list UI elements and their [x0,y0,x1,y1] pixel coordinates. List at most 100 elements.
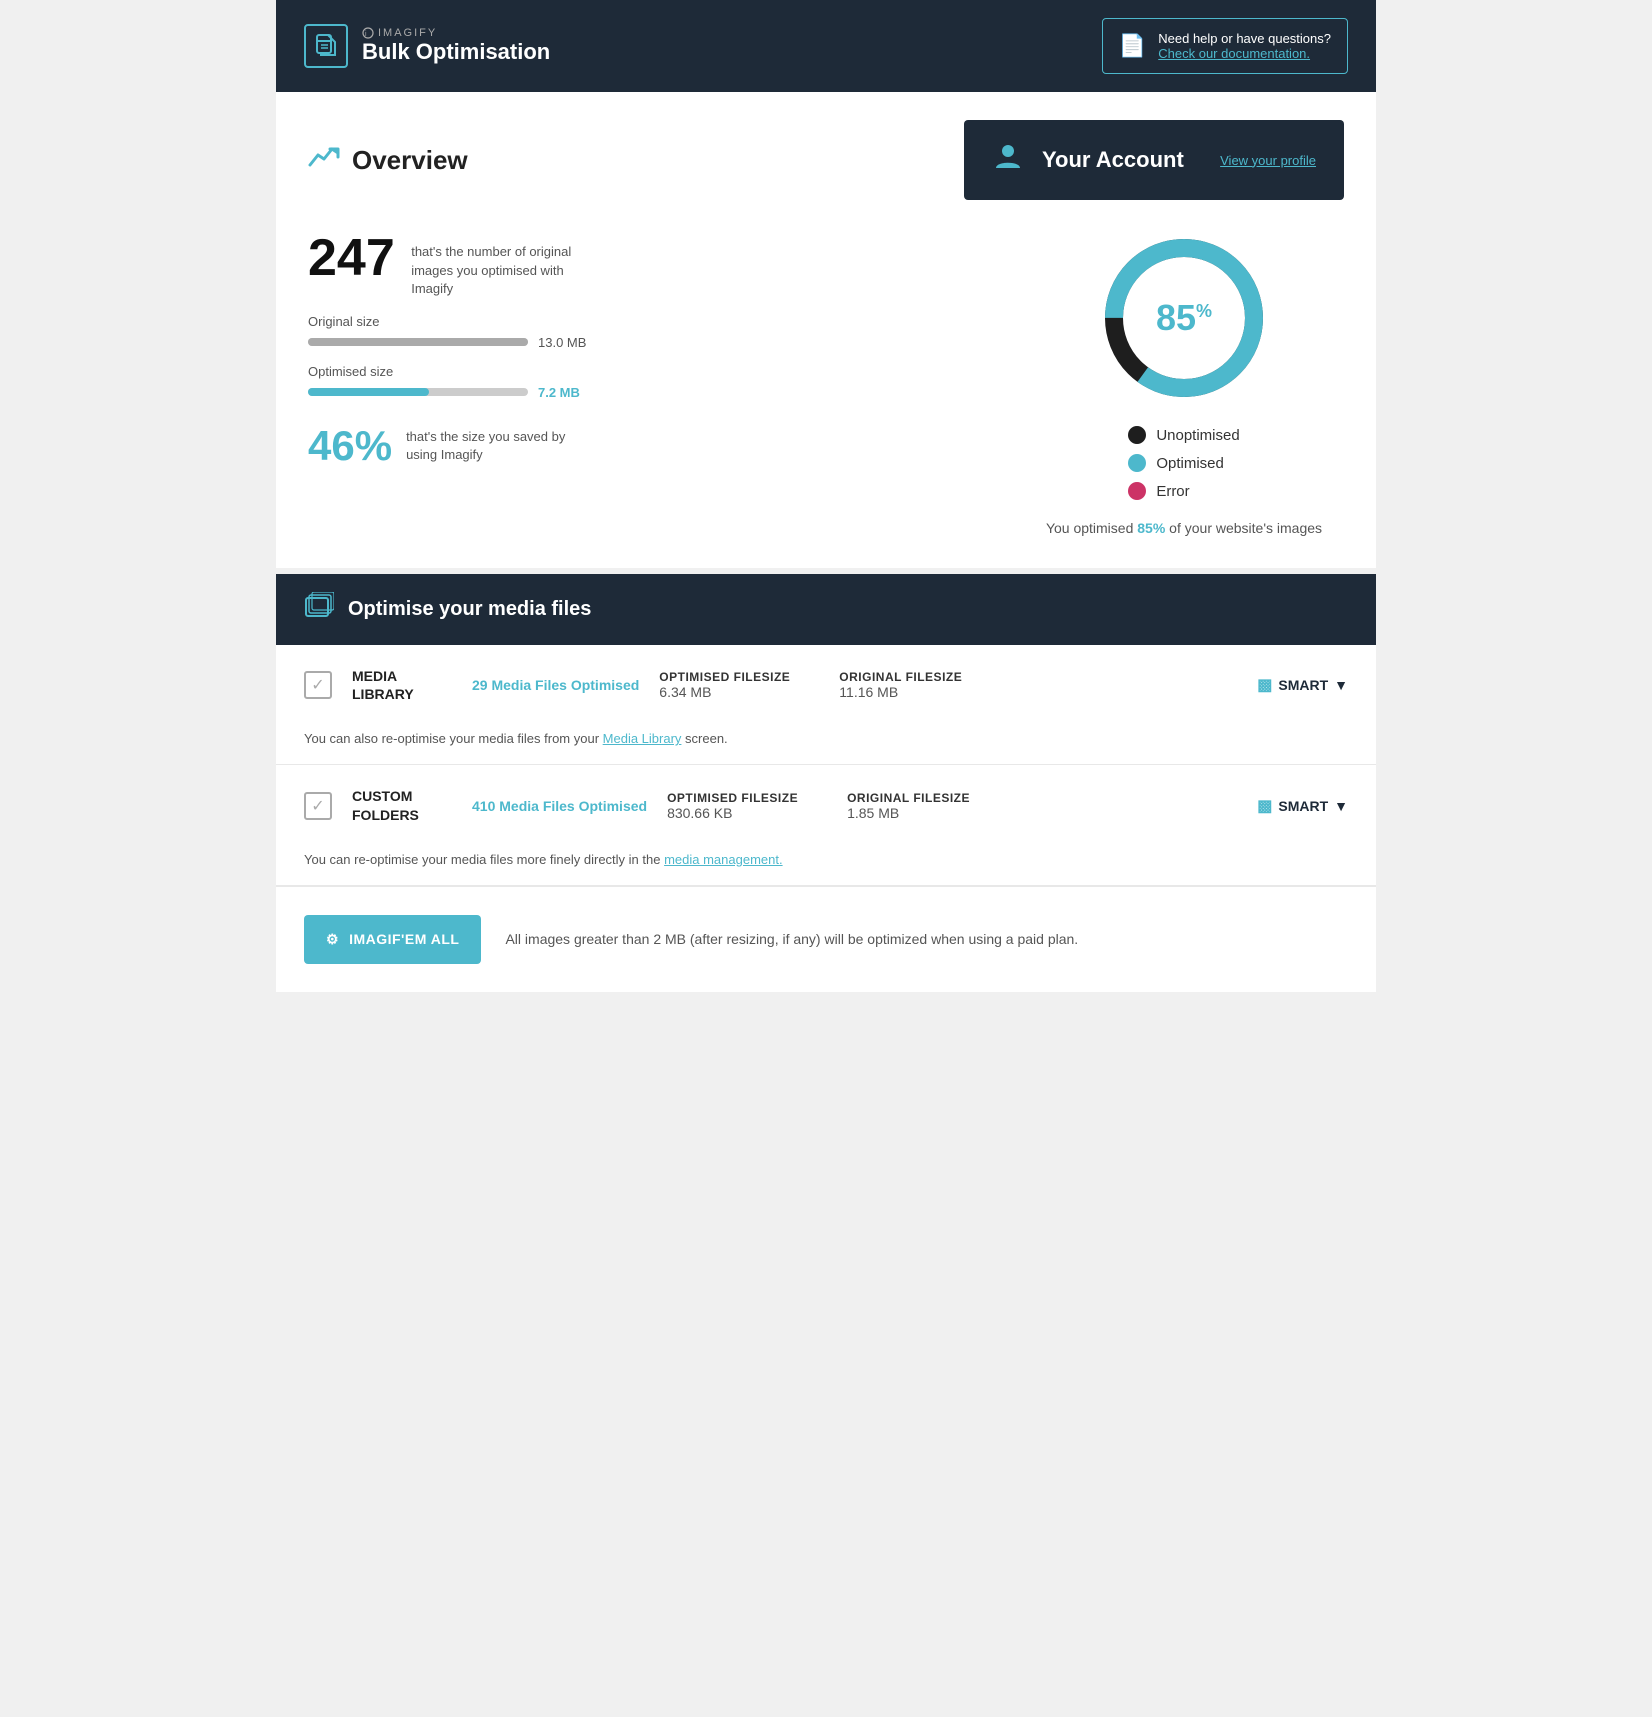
chart-caption-percent: 85% [1137,520,1165,536]
account-box: Your Account View your profile [964,120,1344,200]
header-logo-icon [304,24,348,68]
cf-opt-value: 830.66 KB [667,805,827,821]
chart-percent-value: 85 [1156,297,1196,338]
original-size-label: Original size [308,314,984,329]
overview-title: Overview [352,145,468,176]
optimised-dot [1128,454,1146,472]
overview-section: Overview Your Account View your profile … [276,92,1376,574]
custom-folders-checkbox[interactable]: ✓ [304,792,332,820]
donut-center-value: 85% [1156,297,1212,339]
media-library-note-suffix: screen. [681,731,727,746]
legend-optimised: Optimised [1128,454,1239,472]
custom-folders-opt-stat: OPTIMISED FILESIZE 830.66 KB [667,791,827,821]
header: i IMAGIFY Bulk Optimisation 📄 Need help … [276,0,1376,92]
images-stat: 247 that's the number of original images… [308,228,984,298]
header-left: i IMAGIFY Bulk Optimisation [304,24,550,68]
legend-optimised-label: Optimised [1156,455,1224,472]
media-library-count: 29 Media Files Optimised [472,677,639,693]
media-library-note: You can also re-optimise your media file… [276,725,1376,764]
imagifem-all-button[interactable]: ⚙ IMAGIF'EM ALL [304,915,481,964]
media-library-checkbox[interactable]: ✓ [304,671,332,699]
cf-smart-dropdown-arrow: ▼ [1334,798,1348,814]
gear-icon: ⚙ [326,931,339,948]
custom-folders-link[interactable]: media management. [664,852,783,867]
header-help-content: Need help or have questions? Check our d… [1158,31,1331,61]
media-library-smart-btn[interactable]: ▩ SMART ▼ [1257,675,1348,695]
header-help-box: 📄 Need help or have questions? Check our… [1102,18,1348,74]
media-section: Optimise your media files ✓ MEDIA LIBRAR… [276,574,1376,992]
smart-dropdown-arrow: ▼ [1334,677,1348,693]
action-description: All images greater than 2 MB (after resi… [505,931,1078,947]
account-title: Your Account [1042,147,1202,173]
optimised-size-row: Optimised size 7.2 MB [308,364,984,400]
overview-header: Overview Your Account View your profile [308,120,1344,200]
opt-label: OPTIMISED FILESIZE [659,670,819,684]
media-files-icon [304,592,334,627]
optimised-size-value: 7.2 MB [538,385,580,400]
custom-folders-orig-stat: ORIGINAL FILESIZE 1.85 MB [847,791,1007,821]
original-size-bar [308,338,528,346]
donut-chart: 85% [1094,228,1274,408]
cf-orig-value: 1.85 MB [847,805,1007,821]
imagifem-label: IMAGIF'EM ALL [349,931,459,947]
chart-sup: % [1196,301,1212,321]
optimised-size-bar [308,388,528,396]
chart-caption: You optimised 85% of your website's imag… [1046,520,1322,536]
media-section-title: Optimise your media files [348,598,591,621]
original-size-row: Original size 13.0 MB [308,314,984,350]
savings-percent: 46% [308,422,392,470]
trending-up-icon [308,141,340,173]
file-icon [313,33,339,59]
imagify-logo-small: i [362,27,374,39]
unoptimised-dot [1128,426,1146,444]
media-header: Optimise your media files [276,574,1376,645]
header-help-link[interactable]: Check our documentation. [1158,46,1310,61]
original-size-value: 13.0 MB [538,335,586,350]
overview-body: 247 that's the number of original images… [308,228,1344,536]
overview-stats: 247 that's the number of original images… [308,228,1024,536]
original-size-fill [308,338,528,346]
media-library-opt-stat: OPTIMISED FILESIZE 6.34 MB [659,670,819,700]
legend-unoptimised-label: Unoptimised [1156,427,1239,444]
savings-section: 46% that's the size you saved by using I… [308,422,984,470]
cf-smart-label: SMART [1278,798,1328,814]
error-dot [1128,482,1146,500]
custom-folders-count: 410 Media Files Optimised [472,798,647,814]
optimised-size-label: Optimised size [308,364,984,379]
account-profile-link[interactable]: View your profile [1220,153,1316,168]
stack-images-icon [304,592,334,620]
smart-label: SMART [1278,677,1328,693]
media-library-row: ✓ MEDIA LIBRARY 29 Media Files Optimised… [276,645,1376,765]
orig-value: 11.16 MB [839,684,999,700]
custom-folders-name: CUSTOM FOLDERS [352,787,452,823]
header-help-text: Need help or have questions? [1158,31,1331,46]
images-count: 247 [308,228,395,288]
header-title: Bulk Optimisation [362,39,550,65]
chart-legend: Unoptimised Optimised Error [1128,426,1239,500]
overview-title-wrap: Overview [308,141,468,180]
cf-bar-chart-icon: ▩ [1257,796,1272,816]
orig-label: ORIGINAL FILESIZE [839,670,999,684]
optimised-size-fill [308,388,429,396]
overview-chart-icon [308,141,340,180]
main-content: Overview Your Account View your profile … [276,92,1376,992]
custom-folders-note-text: You can re-optimise your media files mor… [304,852,664,867]
document-icon: 📄 [1119,33,1146,59]
media-library-orig-stat: ORIGINAL FILESIZE 11.16 MB [839,670,999,700]
media-library-note-text: You can also re-optimise your media file… [304,731,603,746]
savings-description: that's the size you saved by using Imagi… [406,428,566,464]
custom-folders-smart-btn[interactable]: ▩ SMART ▼ [1257,796,1348,816]
svg-text:i: i [365,31,369,38]
media-library-name: MEDIA LIBRARY [352,667,452,703]
custom-folders-note: You can re-optimise your media files mor… [276,846,1376,885]
brand-name: IMAGIFY [378,27,437,39]
sizes-group: Original size 13.0 MB Optimised size [308,314,984,400]
chart-caption-text: You optimised [1046,520,1137,536]
legend-error-label: Error [1156,483,1189,500]
header-brand-imagify: i IMAGIFY [362,27,550,39]
cf-opt-label: OPTIMISED FILESIZE [667,791,827,805]
header-brand: i IMAGIFY Bulk Optimisation [362,27,550,65]
account-user-icon [992,140,1024,180]
legend-error: Error [1128,482,1239,500]
media-library-link[interactable]: Media Library [603,731,682,746]
